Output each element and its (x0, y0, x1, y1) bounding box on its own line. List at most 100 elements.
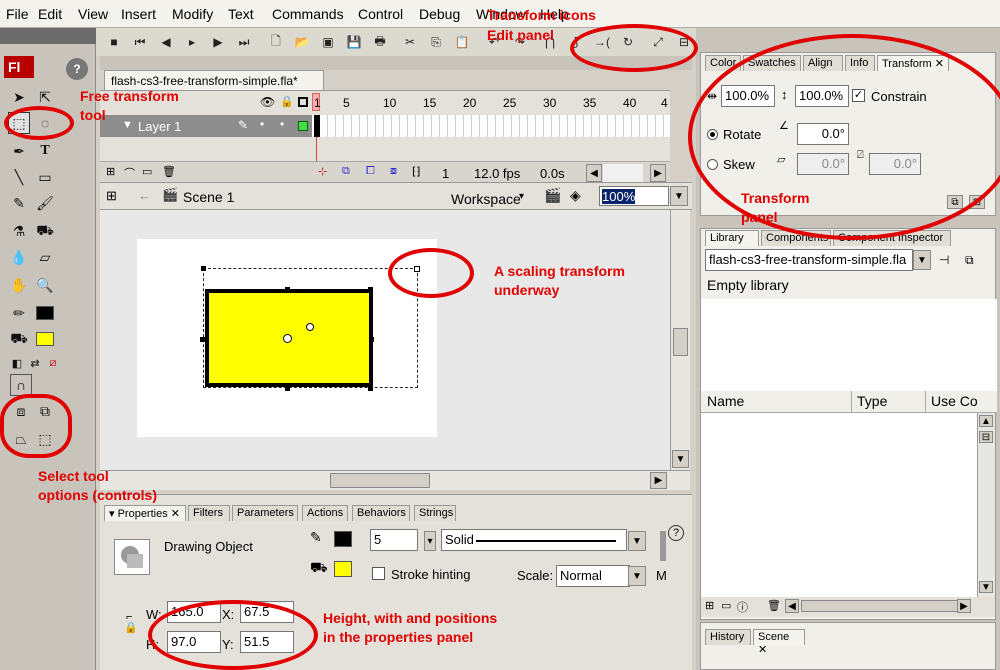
zoom-icon[interactable]: 🔍 (34, 274, 56, 296)
library-list[interactable] (701, 413, 977, 597)
fast-forward-icon[interactable]: ⏭ (234, 32, 254, 52)
back-arrow-icon[interactable]: ← (138, 188, 151, 203)
edit-symbol-icon[interactable]: ◈ (570, 187, 581, 204)
properties-icon[interactable]: ⓘ (737, 599, 748, 615)
keyframe[interactable] (314, 115, 320, 137)
library-vscroll[interactable]: ▲ ⊟ ▼ (977, 413, 995, 597)
stroke-color-swatch[interactable] (334, 531, 352, 547)
tab-scene[interactable]: Scene ✕ (753, 629, 805, 656)
save-icon[interactable]: 💾 (344, 32, 364, 52)
menu-view[interactable]: View (78, 6, 108, 22)
stage-vscroll[interactable]: ▼ (670, 210, 690, 470)
scroll-top-button[interactable]: ⊟ (979, 431, 993, 443)
menu-insert[interactable]: Insert (121, 6, 156, 22)
edit-scene-icon[interactable]: 🎬 (544, 187, 561, 204)
edit-multiple-icon[interactable]: ⧇ (390, 165, 397, 178)
handle[interactable] (285, 287, 290, 292)
visible-dot[interactable]: • (260, 117, 264, 131)
handle[interactable] (369, 337, 374, 342)
tab-filters[interactable]: Filters (188, 505, 230, 521)
ink-bottle-icon[interactable]: ⚗ (8, 220, 30, 242)
menu-text[interactable]: Text (228, 6, 254, 22)
rectangle-tool-icon[interactable]: ▭ (34, 166, 56, 188)
eye-icon[interactable]: 👁 (260, 95, 275, 109)
open-folder-icon[interactable]: 📂 (292, 32, 312, 52)
onion-skin-icon[interactable]: ⧉ (342, 165, 350, 178)
scroll-left-button[interactable]: ◀ (586, 164, 602, 182)
new-folder-icon[interactable]: ▭ (721, 599, 731, 612)
timeline-hscroll[interactable] (603, 164, 643, 182)
handle[interactable] (368, 386, 373, 391)
scroll-right-button[interactable]: ▶ (650, 164, 666, 182)
line-tool-icon[interactable]: ╲ (8, 166, 30, 188)
paint-bucket-icon[interactable]: ⛟ (34, 220, 56, 242)
scroll-down-button[interactable]: ▼ (672, 450, 689, 468)
handle[interactable] (200, 337, 205, 342)
menu-modify[interactable]: Modify (172, 6, 213, 22)
delete-layer-icon[interactable]: 🗑 (162, 165, 176, 178)
center-frame-icon[interactable]: ⊹ (318, 165, 327, 178)
workspace-menu[interactable]: Workspace (451, 191, 521, 207)
add-folder-icon[interactable]: ▭ (142, 165, 152, 178)
lock-dot[interactable]: • (280, 117, 284, 131)
eyedropper-icon[interactable]: 💧 (8, 246, 30, 268)
stroke-color-icon[interactable]: ✏ (8, 302, 30, 324)
tab-actions[interactable]: Actions (302, 505, 348, 521)
add-guide-icon[interactable]: ⌒ (124, 165, 135, 181)
transform-center-point[interactable] (283, 334, 292, 343)
stage-workspace[interactable] (100, 210, 670, 470)
new-symbol-icon[interactable]: ⊞ (705, 599, 714, 612)
zoom-field[interactable]: 100% (599, 186, 669, 206)
selection-arrow-icon[interactable]: ➤ (8, 86, 30, 108)
library-hscroll-thumb[interactable] (801, 600, 961, 612)
lock-icon[interactable]: 🔒 (280, 95, 294, 108)
tab-parameters[interactable]: Parameters (232, 505, 298, 521)
snap-magnet-icon[interactable]: ∩ (10, 374, 32, 396)
new-file-icon[interactable]: 🗋 (266, 32, 286, 52)
hscroll-thumb[interactable] (330, 473, 430, 488)
menu-debug[interactable]: Debug (419, 6, 460, 22)
menu-control[interactable]: Control (358, 6, 403, 22)
scroll-right-button[interactable]: ▶ (957, 599, 971, 613)
paste-icon[interactable]: 📋 (452, 32, 472, 52)
eraser-icon[interactable]: ▱ (34, 246, 56, 268)
library-file-select[interactable]: flash-cs3-free-transform-simple.fla (705, 249, 913, 271)
timeline-toggle-icon[interactable]: ⊞ (106, 188, 117, 204)
tab-strings[interactable]: Strings (414, 505, 456, 521)
outline-icon[interactable] (298, 97, 308, 107)
play-icon[interactable]: ▸ (182, 32, 202, 52)
scroll-down-button[interactable]: ▼ (979, 581, 993, 593)
onion-outline-icon[interactable]: ⧠ (366, 165, 375, 178)
stop-icon[interactable]: ■ (104, 32, 124, 52)
no-color-icon[interactable]: ⧄ (42, 352, 64, 374)
rewind-icon[interactable]: ⏮ (130, 32, 150, 52)
tab-properties[interactable]: ▾ Properties ✕ (104, 505, 186, 521)
col-use-count[interactable]: Use Co (931, 393, 978, 409)
pencil-icon[interactable]: ✎ (8, 192, 30, 214)
stage-hscroll[interactable]: ▶ (100, 470, 690, 490)
add-layer-icon[interactable]: ⊞ (106, 165, 115, 178)
handle[interactable] (368, 287, 373, 292)
scale-select[interactable]: Normal (556, 565, 630, 587)
stroke-style-select[interactable]: Solid (441, 529, 627, 551)
stroke-style-dropdown[interactable]: ▼ (628, 531, 646, 551)
custom-stroke-button[interactable] (660, 531, 666, 561)
step-forward-icon[interactable]: ▶ (208, 32, 228, 52)
stroke-size-dropdown[interactable]: ▾ (424, 531, 436, 551)
bridge-icon[interactable]: ▣ (318, 32, 338, 52)
tab-history[interactable]: History (705, 629, 751, 645)
fill-swatch[interactable] (36, 332, 54, 346)
col-name[interactable]: Name (707, 393, 744, 409)
scroll-right-button[interactable]: ▶ (650, 472, 667, 489)
print-icon[interactable]: 🖶 (370, 32, 390, 52)
scroll-left-button[interactable]: ◀ (785, 599, 799, 613)
scroll-up-button[interactable]: ▲ (979, 415, 993, 427)
props-help-icon[interactable]: ? (668, 525, 684, 541)
menu-edit[interactable]: Edit (38, 6, 62, 22)
col-type[interactable]: Type (857, 393, 887, 409)
menu-file[interactable]: File (6, 6, 29, 22)
step-back-icon[interactable]: ◀ (156, 32, 176, 52)
text-tool-icon[interactable]: T (34, 140, 56, 162)
menu-commands[interactable]: Commands (272, 6, 344, 22)
vscroll-thumb[interactable] (673, 328, 688, 356)
